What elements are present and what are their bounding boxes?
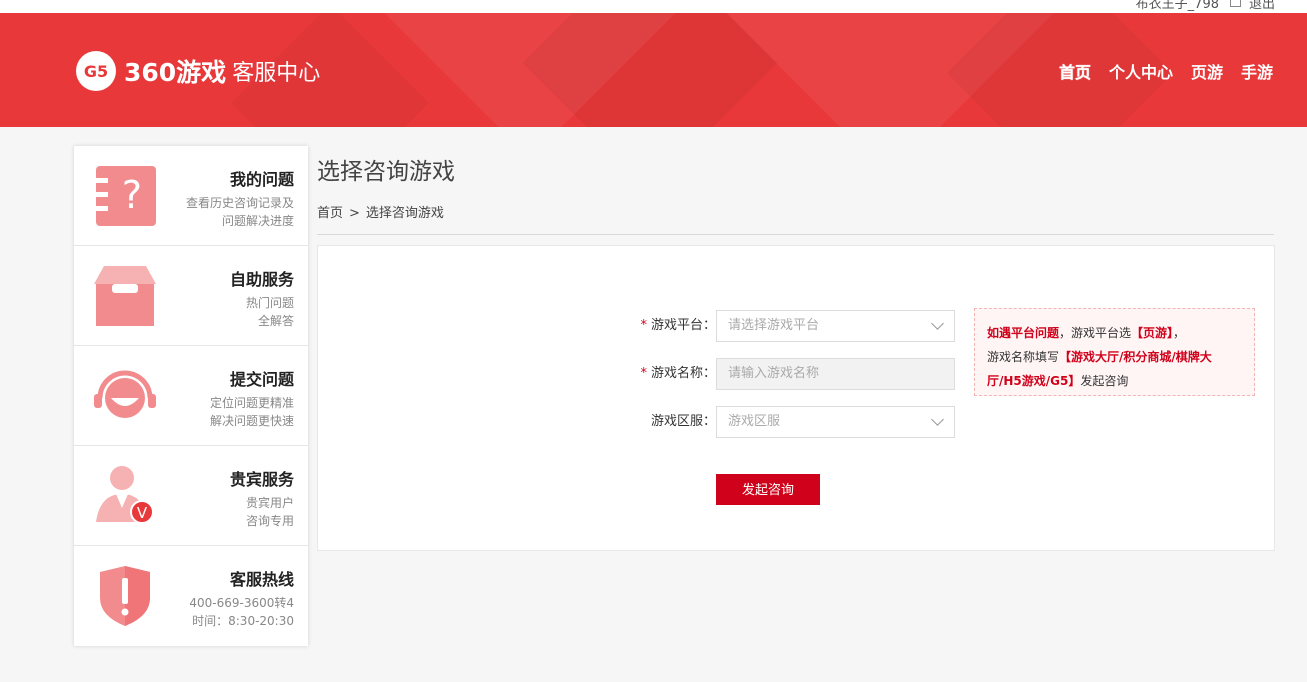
desc-line: 查看历史咨询记录及 — [185, 196, 294, 210]
chevron-down-icon — [931, 317, 944, 330]
tip-highlight: 如遇平台问题 — [987, 326, 1060, 340]
desc-line: 定位问题更精准 — [209, 396, 294, 410]
sidebar-item-title: 我的问题 — [229, 170, 294, 189]
sidebar-item-hotline[interactable]: 客服热线 400-669-3600转4 时间：8:30-20:30 — [74, 546, 308, 646]
desc-line: 全解答 — [257, 314, 294, 328]
required-mark: * — [640, 318, 647, 333]
breadcrumb-current: 选择咨询游戏 — [365, 206, 444, 221]
logo-mark-icon: G5 — [76, 51, 116, 91]
shield-alert-icon — [100, 566, 150, 626]
required-mark: * — [640, 366, 647, 381]
sidebar-item-desc: 热门问题 全解答 — [246, 294, 294, 330]
server-label: 游戏区服： — [624, 406, 716, 438]
desc-line: 时间：8:30-20:30 — [192, 614, 294, 628]
sidebar-item-desc: 定位问题更精准 解决问题更快速 — [210, 394, 294, 430]
desc-line: 贵宾用户 — [245, 496, 294, 510]
start-consult-button[interactable]: 发起咨询 — [716, 474, 820, 505]
logo-brand-text: 360游戏 — [124, 58, 227, 87]
logout-icon[interactable] — [1230, 0, 1241, 7]
sidebar-item-vip-service[interactable]: V 贵宾服务 贵宾用户 咨询专用 — [74, 446, 308, 546]
label-text: 游戏平台： — [650, 318, 716, 333]
question-book-icon: ? — [94, 166, 156, 226]
consult-form-panel: * 游戏平台： 请选择游戏平台 * 游戏名称： 请输入游戏名称 游戏区服： 游戏区服… — [317, 245, 1275, 551]
svg-text:V: V — [137, 504, 148, 522]
server-select[interactable]: 游戏区服 — [716, 406, 955, 438]
sidebar-item-my-questions[interactable]: ? 我的问题 查看历史咨询记录及 问题解决进度 — [74, 146, 308, 246]
nav-home[interactable]: 首页 — [1059, 59, 1091, 83]
vip-user-icon: V — [96, 466, 154, 524]
sidebar-item-title: 自助服务 — [229, 270, 294, 289]
main-nav: 首页 个人中心 页游 手游 — [1059, 59, 1273, 83]
breadcrumb-separator: > — [349, 206, 360, 221]
desc-line: 解决问题更快速 — [209, 414, 294, 428]
select-placeholder: 游戏区服 — [728, 414, 781, 429]
platform-select[interactable]: 请选择游戏平台 — [716, 310, 955, 342]
sidebar-item-title: 客服热线 — [229, 570, 294, 589]
tip-text: ， — [1173, 326, 1186, 340]
sidebar-item-desc: 贵宾用户 咨询专用 — [246, 494, 294, 530]
top-user-bar: 布衣王子_798 退出 — [0, 0, 1307, 13]
desc-line: 400-669-3600转4 — [189, 596, 294, 610]
label-text: 游戏名称： — [650, 366, 716, 381]
game-name-label: * 游戏名称： — [624, 358, 716, 390]
sidebar-item-title: 提交问题 — [229, 370, 294, 389]
breadcrumb: 首页 > 选择咨询游戏 — [317, 202, 444, 221]
tip-text: ，游戏平台选 — [1059, 326, 1132, 340]
desc-line: 咨询专用 — [245, 514, 294, 528]
chevron-down-icon — [931, 413, 944, 426]
platform-tip-box: 如遇平台问题，游戏平台选【页游】， 游戏名称填写【游戏大厅/积分商城/棋牌大厅/… — [974, 308, 1255, 396]
nav-mobile-games[interactable]: 手游 — [1241, 59, 1273, 83]
sidebar: ? 我的问题 查看历史咨询记录及 问题解决进度 自助服务 热门问题 全解答 提交… — [74, 146, 308, 646]
game-name-input[interactable]: 请输入游戏名称 — [716, 358, 955, 390]
logo-subtitle: 客服中心 — [232, 61, 321, 86]
page-title: 选择咨询游戏 — [317, 159, 455, 185]
sidebar-item-desc: 400-669-3600转4 时间：8:30-20:30 — [189, 594, 294, 630]
nav-web-games[interactable]: 页游 — [1191, 59, 1223, 83]
sidebar-item-desc: 查看历史咨询记录及 问题解决进度 — [186, 194, 294, 230]
sidebar-item-submit-question[interactable]: 提交问题 定位问题更精准 解决问题更快速 — [74, 346, 308, 446]
username-link[interactable]: 布衣王子_798 — [1136, 0, 1219, 12]
title-divider — [317, 234, 1274, 235]
logout-link[interactable]: 退出 — [1249, 0, 1275, 12]
headset-agent-icon — [94, 370, 156, 418]
label-text: 游戏区服： — [650, 414, 716, 429]
inbox-tray-icon — [94, 266, 156, 326]
select-placeholder: 请选择游戏平台 — [728, 318, 820, 333]
nav-personal-center[interactable]: 个人中心 — [1109, 59, 1173, 83]
site-logo[interactable]: G5 360游戏 客服中心 — [76, 50, 320, 92]
header-banner: G5 360游戏 客服中心 首页 个人中心 页游 手游 — [0, 13, 1307, 127]
tip-highlight: 【页游】 — [1131, 326, 1174, 340]
tip-text: 游戏名称填写 — [987, 350, 1060, 364]
tip-text: 发起咨询 — [1080, 374, 1129, 388]
sidebar-item-title: 贵宾服务 — [229, 470, 294, 489]
sidebar-item-self-service[interactable]: 自助服务 热门问题 全解答 — [74, 246, 308, 346]
input-placeholder: 请输入游戏名称 — [728, 366, 820, 381]
platform-label: * 游戏平台： — [624, 310, 716, 342]
breadcrumb-home[interactable]: 首页 — [317, 206, 343, 221]
desc-line: 问题解决进度 — [221, 214, 294, 228]
desc-line: 热门问题 — [245, 296, 294, 310]
svg-text:?: ? — [122, 173, 142, 217]
